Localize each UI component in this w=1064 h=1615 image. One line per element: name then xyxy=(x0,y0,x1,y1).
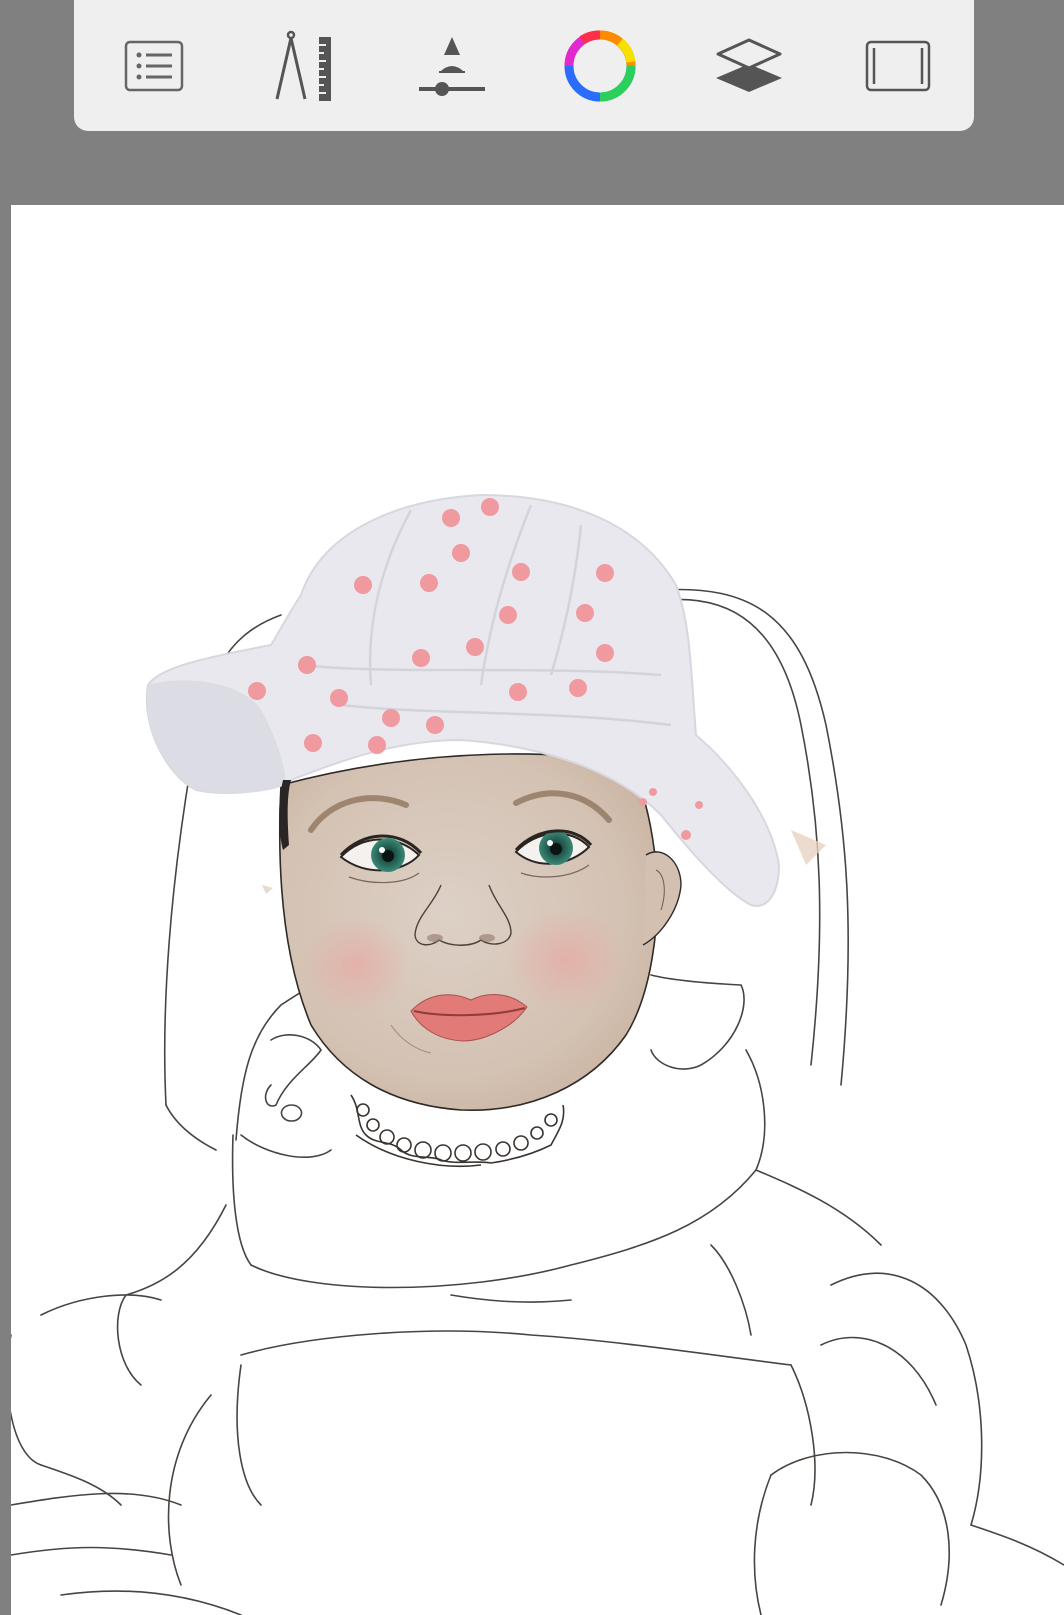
baby-face xyxy=(278,753,682,1111)
baby-portrait-drawing xyxy=(11,493,1064,1615)
compass-ruler-icon xyxy=(269,29,337,103)
canvas-frame-icon xyxy=(865,40,931,92)
stray-mark xyxy=(262,885,273,894)
drawing-canvas[interactable] xyxy=(11,205,1064,1615)
layers-icon xyxy=(714,36,784,96)
stray-mark xyxy=(791,830,826,865)
color-picker-button[interactable] xyxy=(562,28,638,104)
color-wheel-icon xyxy=(562,28,638,104)
layers-button[interactable] xyxy=(711,28,787,104)
drawing-toolbar xyxy=(74,0,974,131)
menu-button[interactable] xyxy=(116,28,192,104)
brush-size-button[interactable] xyxy=(414,28,490,104)
brush-size-icon xyxy=(417,31,487,101)
guides-button[interactable] xyxy=(265,28,341,104)
canvas-button[interactable] xyxy=(860,28,936,104)
list-icon xyxy=(124,40,184,92)
